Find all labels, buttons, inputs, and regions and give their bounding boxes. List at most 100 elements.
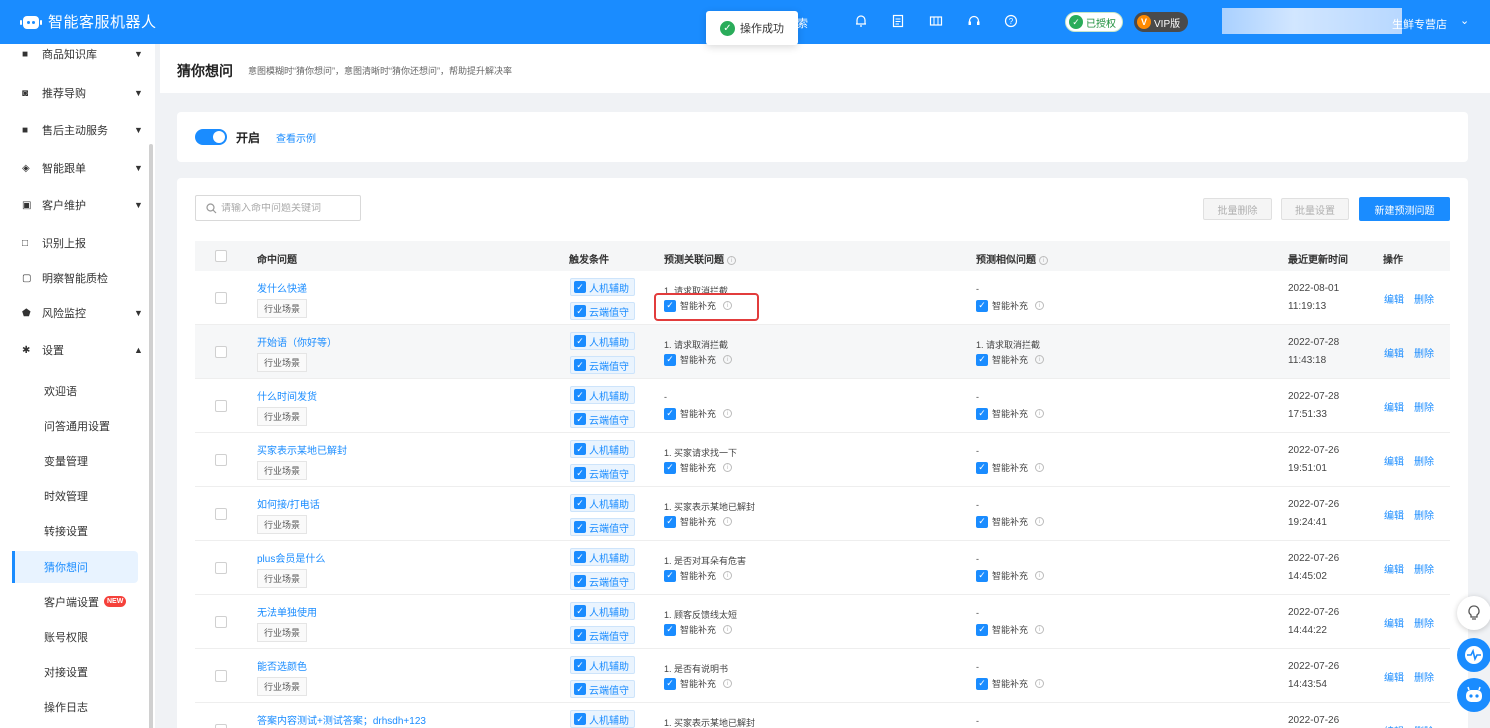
checkbox-checked-icon[interactable]: ✓ (976, 677, 988, 690)
info-icon[interactable]: i (723, 679, 733, 688)
sidebar-sub-logs[interactable]: 操作日志 (0, 691, 150, 723)
info-icon[interactable]: i (1035, 355, 1045, 364)
sidebar-sub-accounts[interactable]: 账号权限 (0, 621, 150, 653)
checkbox-checked-icon[interactable]: ✓ (664, 515, 676, 528)
edit-link[interactable]: 编辑 (1384, 345, 1404, 360)
info-icon[interactable]: i (723, 517, 733, 526)
edit-link[interactable]: 编辑 (1384, 723, 1404, 728)
edit-link[interactable]: 编辑 (1384, 291, 1404, 306)
question-link[interactable]: 开始语（你好等） (257, 334, 337, 349)
question-link[interactable]: 能否选颜色 (257, 658, 307, 673)
search-partial-text[interactable]: 索 (797, 15, 808, 31)
question-link[interactable]: 发什么快递 (257, 280, 307, 295)
chevron-down-icon[interactable]: ⌄ (1460, 14, 1469, 27)
sidebar-sub-transfer[interactable]: 转接设置 (0, 515, 150, 547)
sidebar-sub-qa-settings[interactable]: 问答通用设置 (0, 410, 150, 442)
info-icon[interactable]: i (1035, 571, 1045, 580)
delete-link[interactable]: 删除 (1414, 723, 1434, 728)
checkbox-checked-icon[interactable]: ✓ (574, 413, 586, 425)
info-icon[interactable]: i (1039, 256, 1048, 265)
bell-icon[interactable] (853, 13, 869, 29)
info-icon[interactable]: i (727, 256, 736, 265)
checkbox-checked-icon[interactable]: ✓ (574, 335, 586, 347)
checkbox-checked-icon[interactable]: ✓ (976, 407, 988, 420)
info-icon[interactable]: i (1035, 625, 1045, 634)
sidebar-sub-welcome[interactable]: 欢迎语 (0, 375, 150, 407)
activity-icon[interactable] (1457, 638, 1490, 672)
checkbox-checked-icon[interactable]: ✓ (664, 353, 676, 366)
sidebar-item-guide[interactable]: ◙ 推荐导购 ▼ (0, 76, 150, 110)
checkbox-checked-icon[interactable]: ✓ (976, 299, 988, 312)
batch-delete-button[interactable]: 批量删除 (1203, 198, 1272, 220)
info-icon[interactable]: i (723, 625, 733, 634)
delete-link[interactable]: 删除 (1414, 453, 1434, 468)
help-icon[interactable]: ? (1003, 13, 1019, 29)
edit-link[interactable]: 编辑 (1384, 615, 1404, 630)
edit-link[interactable]: 编辑 (1384, 399, 1404, 414)
question-link[interactable]: 如何接/打电话 (257, 496, 320, 511)
question-link[interactable]: 什么时间发货 (257, 388, 317, 403)
edit-link[interactable]: 编辑 (1384, 561, 1404, 576)
checkbox-checked-icon[interactable]: ✓ (976, 353, 988, 366)
store-name[interactable]: 生鲜专营店 (1392, 16, 1447, 32)
view-example-link[interactable]: 查看示例 (276, 130, 316, 145)
sidebar-item-customer[interactable]: ▣ 客户维护 ▼ (0, 188, 150, 222)
row-checkbox[interactable] (215, 670, 227, 682)
row-checkbox[interactable] (215, 454, 227, 466)
sidebar-item-tracking[interactable]: ◈ 智能跟单 ▼ (0, 151, 150, 185)
delete-link[interactable]: 删除 (1414, 291, 1434, 306)
sidebar-sub-client[interactable]: 客户端设置 NEW (0, 586, 150, 618)
ticket-icon[interactable] (928, 13, 944, 29)
delete-link[interactable]: 删除 (1414, 399, 1434, 414)
question-link[interactable]: 买家表示某地已解封 (257, 442, 347, 457)
lightbulb-icon[interactable] (1457, 596, 1490, 630)
sidebar-sub-timeliness[interactable]: 时效管理 (0, 480, 150, 512)
row-checkbox[interactable] (215, 292, 227, 304)
checkbox-checked-icon[interactable]: ✓ (664, 677, 676, 690)
question-link[interactable]: 答案内容测试+测试答案；drhsdh+123 (257, 712, 426, 727)
edit-link[interactable]: 编辑 (1384, 669, 1404, 684)
checkbox-checked-icon[interactable]: ✓ (574, 443, 586, 455)
checkbox-checked-icon[interactable]: ✓ (574, 281, 586, 293)
new-prediction-button[interactable]: 新建预测问题 (1359, 197, 1450, 221)
info-icon[interactable]: i (723, 463, 733, 472)
delete-link[interactable]: 删除 (1414, 507, 1434, 522)
sidebar-item-report[interactable]: □ 识别上报 (0, 226, 150, 260)
info-icon[interactable]: i (723, 571, 733, 580)
checkbox-checked-icon[interactable]: ✓ (574, 629, 586, 641)
headset-icon[interactable] (966, 13, 982, 29)
checkbox-checked-icon[interactable]: ✓ (574, 683, 586, 695)
checkbox-checked-icon[interactable]: ✓ (976, 623, 988, 636)
checkbox-checked-icon[interactable]: ✓ (574, 713, 586, 725)
row-checkbox[interactable] (215, 400, 227, 412)
checkbox-checked-icon[interactable]: ✓ (574, 389, 586, 401)
sidebar-item-product-kb[interactable]: ■ 商品知识库 ▼ (0, 37, 150, 71)
sidebar-item-inspect[interactable]: ▢ 明察智能质检 (0, 261, 150, 295)
checkbox-checked-icon[interactable]: ✓ (664, 623, 676, 636)
row-checkbox[interactable] (215, 346, 227, 358)
delete-link[interactable]: 删除 (1414, 615, 1434, 630)
row-checkbox[interactable] (215, 508, 227, 520)
delete-link[interactable]: 删除 (1414, 345, 1434, 360)
info-icon[interactable]: i (1035, 409, 1045, 418)
info-icon[interactable]: i (723, 409, 733, 418)
checkbox-checked-icon[interactable]: ✓ (574, 551, 586, 563)
info-icon[interactable]: i (1035, 679, 1045, 688)
checkbox-checked-icon[interactable]: ✓ (574, 497, 586, 509)
document-icon[interactable] (890, 13, 906, 29)
checkbox-checked-icon[interactable]: ✓ (664, 407, 676, 420)
checkbox-checked-icon[interactable]: ✓ (574, 575, 586, 587)
edit-link[interactable]: 编辑 (1384, 507, 1404, 522)
sidebar-sub-integration[interactable]: 对接设置 (0, 656, 150, 688)
checkbox-checked-icon[interactable]: ✓ (976, 515, 988, 528)
sidebar-scrollbar[interactable] (149, 144, 153, 728)
checkbox-checked-icon[interactable]: ✓ (664, 569, 676, 582)
checkbox-checked-icon[interactable]: ✓ (574, 305, 586, 317)
sidebar-item-settings[interactable]: ✱ 设置 ▲ (0, 333, 150, 367)
row-checkbox[interactable] (215, 562, 227, 574)
checkbox-checked-icon[interactable]: ✓ (574, 359, 586, 371)
checkbox-checked-icon[interactable]: ✓ (664, 461, 676, 474)
delete-link[interactable]: 删除 (1414, 669, 1434, 684)
checkbox-checked-icon[interactable]: ✓ (574, 605, 586, 617)
question-link[interactable]: 无法单独使用 (257, 604, 317, 619)
